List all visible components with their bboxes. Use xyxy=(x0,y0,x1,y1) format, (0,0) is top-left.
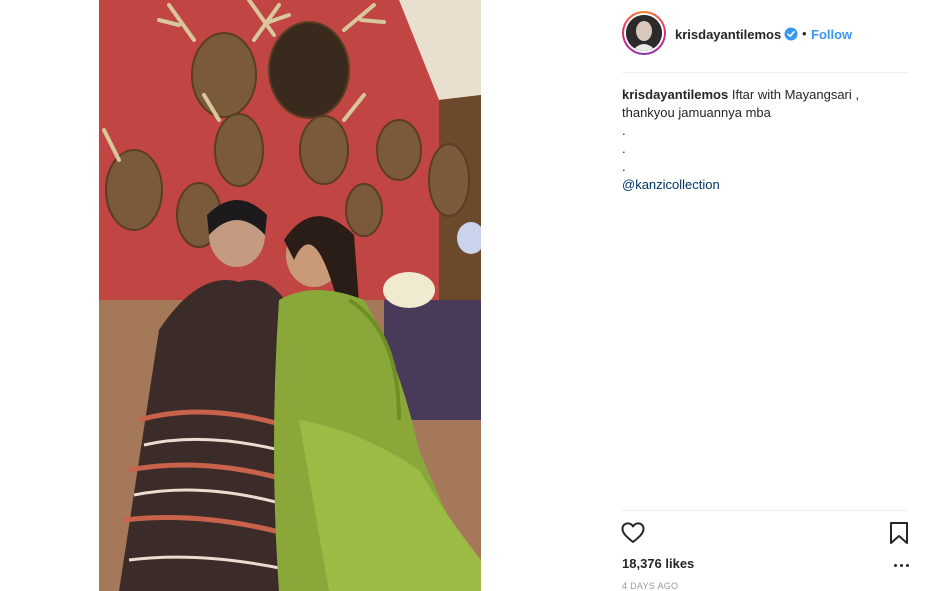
header-username-link[interactable]: krisdayantilemos xyxy=(675,27,781,42)
caption-text-line-1: Iftar with Mayangsari , xyxy=(731,87,859,102)
post-caption: krisdayantilemos Iftar with Mayangsari ,… xyxy=(622,86,912,194)
photo-illustration xyxy=(99,0,481,591)
post-actions xyxy=(620,520,910,548)
header-divider xyxy=(622,72,908,73)
follow-button[interactable]: Follow xyxy=(811,27,852,42)
post-timestamp[interactable]: 4 DAYS AGO xyxy=(622,581,678,591)
actions-divider xyxy=(622,510,908,511)
avatar-image xyxy=(626,15,662,51)
post-photo[interactable] xyxy=(99,0,481,591)
caption-text-line-2: thankyou jamuannya mba xyxy=(622,105,771,120)
caption-username-link[interactable]: krisdayantilemos xyxy=(622,87,728,102)
post-details-panel: krisdayantilemos • Follow krisdayantilem… xyxy=(606,0,929,591)
caption-dot: . xyxy=(622,123,626,138)
heart-icon[interactable] xyxy=(620,520,646,546)
header-separator: • xyxy=(802,26,807,41)
profile-avatar[interactable] xyxy=(622,11,666,55)
caption-dot: . xyxy=(622,141,626,156)
verified-badge-icon xyxy=(784,27,798,41)
caption-dot: . xyxy=(622,159,626,174)
bookmark-icon[interactable] xyxy=(888,521,910,545)
caption-mention-link[interactable]: @kanzicollection xyxy=(622,176,912,194)
more-options-icon[interactable] xyxy=(892,560,912,570)
likes-count[interactable]: 18,376 likes xyxy=(622,556,694,571)
